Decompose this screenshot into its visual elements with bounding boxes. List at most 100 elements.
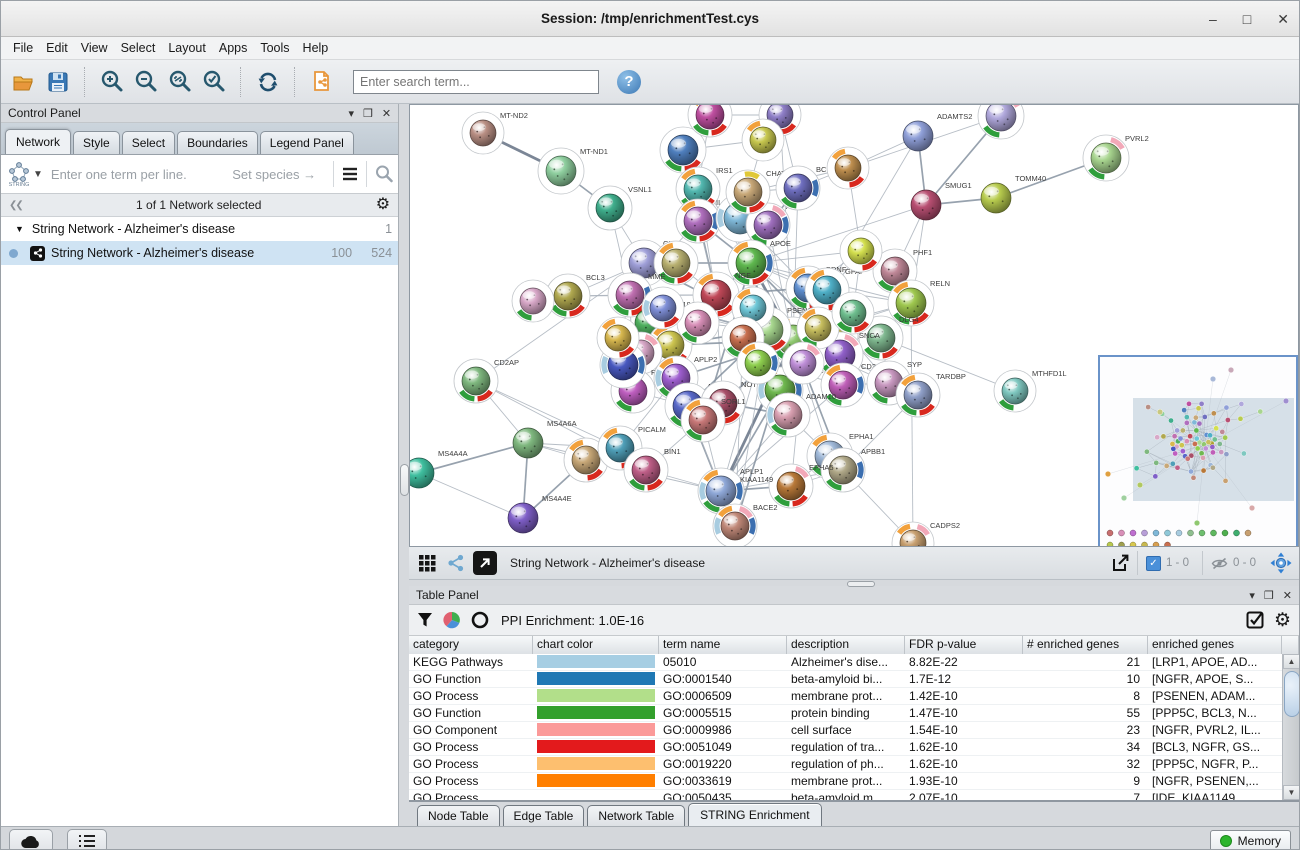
network-canvas[interactable]: MT-ND2MT-ND1VSNL1GAB2ADAMTS2PVRL2TOMM40S…	[409, 104, 1299, 547]
table-row[interactable]: GO FunctionGO:0005515protein binding1.47…	[409, 705, 1282, 722]
network-node[interactable]	[782, 342, 824, 384]
scroll-down-icon[interactable]: ▼	[1283, 785, 1299, 800]
network-edge[interactable]	[911, 303, 913, 543]
horizontal-splitter[interactable]	[409, 580, 1299, 586]
open-session-button[interactable]	[9, 67, 39, 97]
grid-view-button[interactable]	[415, 551, 439, 575]
network-node[interactable]: MT-ND1	[538, 147, 608, 194]
table-row[interactable]: GO ProcessGO:0033619membrane prot...1.93…	[409, 773, 1282, 790]
collapse-all-icon[interactable]: ❮❮	[9, 200, 22, 211]
tree-expand-icon[interactable]: ▼	[15, 224, 24, 234]
table-row[interactable]: GO ComponentGO:0009986cell surface1.54E-…	[409, 722, 1282, 739]
table-row[interactable]: GO FunctionGO:0001540beta-amyloid bi...1…	[409, 671, 1282, 688]
network-node[interactable]: MTHFD1L	[994, 369, 1067, 412]
panel-menu-icon[interactable]: ▾	[1249, 589, 1255, 602]
zoom-fit-button[interactable]	[165, 67, 195, 97]
chart-pie-icon[interactable]	[443, 611, 461, 629]
table-scrollbar[interactable]: ▲ ▼	[1282, 654, 1299, 800]
task-history-button[interactable]	[67, 829, 107, 850]
navigate-button[interactable]	[1269, 551, 1293, 575]
column-header[interactable]: description	[787, 636, 905, 654]
scrollbar-thumb[interactable]	[1284, 671, 1299, 717]
network-edge[interactable]	[419, 443, 528, 473]
panel-splitter[interactable]	[399, 104, 409, 826]
network-node[interactable]	[832, 292, 874, 334]
menu-file[interactable]: File	[11, 39, 42, 58]
detach-view-button[interactable]	[473, 551, 497, 575]
network-node[interactable]: MS4A4A	[410, 449, 468, 488]
network-node[interactable]: BACE2	[713, 503, 778, 547]
network-node[interactable]: MS4A4E	[508, 494, 572, 533]
network-node[interactable]: BIN1	[624, 447, 681, 492]
options-menu-icon[interactable]	[341, 166, 359, 182]
panel-float-icon[interactable]: ❒	[363, 107, 373, 120]
network-node[interactable]: ADAM10	[766, 392, 836, 437]
select-rows-icon[interactable]	[1246, 611, 1264, 629]
tab-style[interactable]: Style	[73, 131, 120, 154]
menu-layout[interactable]: Layout	[166, 39, 215, 58]
tab-network[interactable]: Network	[5, 129, 71, 154]
gear-icon[interactable]: ⚙	[376, 197, 390, 213]
cloud-button[interactable]	[9, 829, 53, 850]
column-header[interactable]: category	[409, 636, 533, 654]
network-node[interactable]	[742, 119, 784, 161]
network-node[interactable]: EPHA5	[769, 463, 834, 508]
network-node[interactable]	[840, 230, 882, 272]
string-source-selector[interactable]: STRING ▼	[7, 161, 43, 187]
network-node[interactable]: RELN	[888, 279, 950, 326]
zoom-selected-button[interactable]	[199, 67, 229, 97]
tab-network-table[interactable]: Network Table	[587, 805, 685, 826]
search-input[interactable]	[353, 70, 599, 94]
memory-button[interactable]: Memory	[1210, 830, 1291, 850]
birdseye-view[interactable]	[1098, 355, 1298, 547]
table-row[interactable]: GO ProcessGO:0019220regulation of ph...1…	[409, 756, 1282, 773]
network-node[interactable]	[737, 342, 779, 384]
network-row[interactable]: String Network - Alzheimer's disease 100…	[1, 241, 398, 265]
network-node[interactable]: PVRL2	[1083, 134, 1149, 181]
menu-help[interactable]: Help	[301, 39, 338, 58]
close-button[interactable]: ✕	[1277, 12, 1289, 26]
column-header[interactable]: enriched genes	[1148, 636, 1282, 654]
panel-float-icon[interactable]: ❒	[1264, 589, 1274, 602]
menu-edit[interactable]: Edit	[44, 39, 77, 58]
birdseye-toggle-button[interactable]	[444, 551, 468, 575]
gear-icon[interactable]: ⚙	[1274, 611, 1291, 630]
table-row[interactable]: GO ProcessGO:0050435beta-amyloid m...2.0…	[409, 790, 1282, 800]
column-header[interactable]: # enriched genes	[1023, 636, 1148, 654]
save-session-button[interactable]	[43, 67, 73, 97]
import-network-button[interactable]	[307, 67, 337, 97]
tab-node-table[interactable]: Node Table	[417, 805, 500, 826]
table-row[interactable]: GO ProcessGO:0051049regulation of tra...…	[409, 739, 1282, 756]
tab-select[interactable]: Select	[122, 131, 175, 154]
menu-select[interactable]: Select	[119, 39, 165, 58]
network-collection-row[interactable]: ▼ String Network - Alzheimer's disease 1	[1, 217, 398, 241]
network-edge[interactable]	[476, 381, 620, 448]
ring-chart-icon[interactable]	[471, 611, 489, 629]
string-query-placeholder[interactable]: Enter one term per line.	[51, 167, 187, 182]
filter-icon[interactable]	[417, 612, 433, 628]
tab-edge-table[interactable]: Edge Table	[503, 805, 585, 826]
network-node[interactable]: TOMM40	[981, 174, 1046, 213]
zoom-out-button[interactable]	[131, 67, 161, 97]
table-row[interactable]: GO ProcessGO:0006509membrane prot...1.42…	[409, 688, 1282, 705]
scroll-up-icon[interactable]: ▲	[1283, 654, 1299, 669]
network-node[interactable]: CADPS2	[892, 521, 960, 547]
panel-close-icon[interactable]: ✕	[1283, 589, 1292, 602]
network-node[interactable]: ADAMTS2	[903, 112, 972, 151]
table-row[interactable]: KEGG Pathways05010Alzheimer's dise...8.8…	[409, 654, 1282, 671]
network-node[interactable]	[597, 317, 639, 359]
column-header[interactable]: term name	[659, 636, 787, 654]
tab-legend-panel[interactable]: Legend Panel	[260, 131, 354, 154]
zoom-in-button[interactable]	[97, 67, 127, 97]
splitter-grip[interactable]	[847, 581, 875, 587]
network-node[interactable]	[642, 287, 684, 329]
tab-string-enrichment[interactable]: STRING Enrichment	[688, 803, 821, 826]
set-species-hint[interactable]: Set species →	[232, 167, 316, 182]
panel-close-icon[interactable]: ✕	[382, 107, 391, 120]
network-node[interactable]: MT-ND2	[462, 111, 528, 154]
search-icon[interactable]	[374, 164, 394, 184]
network-node[interactable]	[512, 280, 554, 322]
tab-boundaries[interactable]: Boundaries	[177, 131, 258, 154]
refresh-button[interactable]	[253, 67, 283, 97]
column-header[interactable]: chart color	[533, 636, 659, 654]
